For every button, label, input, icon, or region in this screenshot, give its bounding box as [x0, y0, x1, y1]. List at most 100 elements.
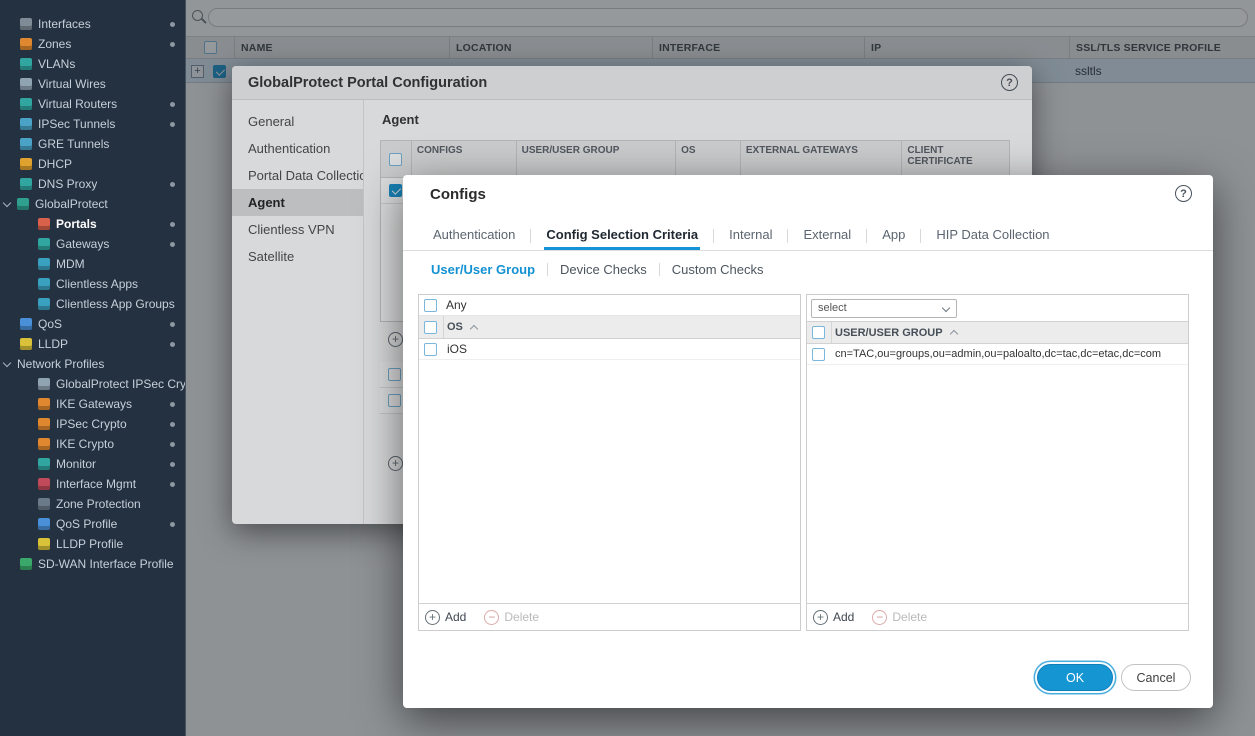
sidebar-item-qos[interactable]: QoS — [0, 314, 185, 334]
status-dot — [170, 242, 175, 247]
any-row[interactable]: Any — [419, 295, 800, 316]
sidebar-item-network-profiles[interactable]: Network Profiles — [0, 354, 185, 374]
tab-separator — [920, 229, 921, 243]
sidebar-item-label: Clientless Apps — [56, 277, 138, 291]
sidebar-item-gateways[interactable]: Gateways — [0, 234, 185, 254]
subtab-custom-checks[interactable]: Custom Checks — [672, 262, 764, 277]
sidebar-item-label: IKE Crypto — [56, 437, 114, 451]
sidebar-item-virtual-wires[interactable]: Virtual Wires — [0, 74, 185, 94]
ike-gateways-icon — [38, 398, 50, 410]
status-dot — [170, 322, 175, 327]
os-row-checkbox[interactable] — [424, 343, 437, 356]
status-dot — [170, 122, 175, 127]
sidebar-item-lldp-profile[interactable]: LLDP Profile — [0, 534, 185, 554]
tab-external[interactable]: External — [801, 221, 853, 250]
sidebar-item-zones[interactable]: Zones — [0, 34, 185, 54]
sidebar-item-virtual-routers[interactable]: Virtual Routers — [0, 94, 185, 114]
delete-icon — [872, 610, 887, 625]
user-group-panel-footer: Add Delete — [807, 603, 1188, 630]
subtab-device-checks[interactable]: Device Checks — [560, 262, 647, 277]
sidebar-item-sd-wan-interface-profile[interactable]: SD-WAN Interface Profile — [0, 554, 185, 574]
help-icon[interactable]: ? — [1175, 185, 1192, 202]
sidebar-item-clientless-app-groups[interactable]: Clientless App Groups — [0, 294, 185, 314]
user-group-filter-row: select — [807, 295, 1188, 321]
sidebar-item-label: GRE Tunnels — [38, 137, 109, 151]
add-label: Add — [445, 610, 466, 624]
chevron-down-icon[interactable] — [3, 198, 11, 206]
sidebar-item-mdm[interactable]: MDM — [0, 254, 185, 274]
os-panel: Any OS iOS Add Delete — [418, 294, 801, 631]
user-group-panel: select USER/USER GROUP cn=TAC,ou=groups,… — [806, 294, 1189, 631]
sidebar-item-ike-crypto[interactable]: IKE Crypto — [0, 434, 185, 454]
configs-subtabs: User/User Group Device Checks Custom Che… — [431, 259, 764, 279]
ok-button[interactable]: OK — [1037, 664, 1113, 691]
sidebar-item-label: Zone Protection — [56, 497, 141, 511]
lldp-profile-icon — [38, 538, 50, 550]
sidebar-item-label: IPSec Crypto — [56, 417, 127, 431]
sidebar-item-ipsec-tunnels[interactable]: IPSec Tunnels — [0, 114, 185, 134]
sidebar-item-dhcp[interactable]: DHCP — [0, 154, 185, 174]
column-divider — [443, 316, 444, 338]
sort-ascending-icon[interactable] — [470, 324, 478, 332]
sidebar-item-vlans[interactable]: VLANs — [0, 54, 185, 74]
tab-hip-data-collection[interactable]: HIP Data Collection — [934, 221, 1051, 250]
clientless-app-groups-icon — [38, 298, 50, 310]
any-checkbox[interactable] — [424, 299, 437, 312]
sidebar-item-dns-proxy[interactable]: DNS Proxy — [0, 174, 185, 194]
zone-protection-icon — [38, 498, 50, 510]
subtab-user-user-group[interactable]: User/User Group — [431, 262, 535, 277]
tab-config-selection-criteria[interactable]: Config Selection Criteria — [544, 221, 700, 250]
chevron-down-icon[interactable] — [3, 358, 11, 366]
user-group-table-header: USER/USER GROUP — [807, 321, 1188, 344]
sidebar-item-monitor[interactable]: Monitor — [0, 454, 185, 474]
sidebar-item-qos-profile[interactable]: QoS Profile — [0, 514, 185, 534]
sidebar-item-label: Virtual Wires — [38, 77, 106, 91]
sidebar-item-label: DHCP — [38, 157, 72, 171]
sidebar-item-lldp[interactable]: LLDP — [0, 334, 185, 354]
sidebar-item-zone-protection[interactable]: Zone Protection — [0, 494, 185, 514]
delete-label: Delete — [892, 610, 927, 624]
tab-app[interactable]: App — [880, 221, 907, 250]
dropdown-value: select — [818, 302, 847, 314]
sidebar-item-portals[interactable]: Portals — [0, 214, 185, 234]
status-dot — [170, 222, 175, 227]
sidebar-item-gre-tunnels[interactable]: GRE Tunnels — [0, 134, 185, 154]
sidebar-item-label: Monitor — [56, 457, 96, 471]
sidebar-item-ike-gateways[interactable]: IKE Gateways — [0, 394, 185, 414]
sort-ascending-icon[interactable] — [949, 330, 957, 338]
sidebar-item-label: IPSec Tunnels — [38, 117, 115, 131]
user-group-select-all-checkbox[interactable] — [812, 326, 825, 339]
user-group-select-dropdown[interactable]: select — [811, 299, 957, 318]
sidebar-item-label: Interfaces — [38, 17, 91, 31]
sidebar-tree: Interfaces ZonesVLANs Virtual Wires Virtual… — [0, 14, 185, 574]
sidebar-item-ipsec-crypto[interactable]: IPSec Crypto — [0, 414, 185, 434]
status-dot — [170, 22, 175, 27]
chevron-down-icon — [942, 303, 950, 311]
sidebar-item-globalprotect[interactable]: GlobalProtect — [0, 194, 185, 214]
os-select-all-checkbox[interactable] — [424, 321, 437, 334]
user-group-add-button[interactable]: Add — [813, 610, 854, 625]
user-group-column-header[interactable]: USER/USER GROUP — [835, 327, 943, 339]
sidebar-item-clientless-apps[interactable]: Clientless Apps — [0, 274, 185, 294]
os-table-header: OS — [419, 316, 800, 339]
cancel-button[interactable]: Cancel — [1121, 664, 1191, 691]
sidebar-item-globalprotect-ipsec-crypto[interactable]: GlobalProtect IPSec Crypto — [0, 374, 185, 394]
dns-proxy-icon — [20, 178, 32, 190]
user-group-delete-button[interactable]: Delete — [872, 610, 927, 625]
monitor-icon — [38, 458, 50, 470]
os-add-button[interactable]: Add — [425, 610, 466, 625]
dialog-title: Configs — [430, 186, 486, 203]
os-column-header[interactable]: OS — [447, 321, 463, 333]
os-row-ios[interactable]: iOS — [419, 339, 800, 360]
sidebar-item-interface-mgmt[interactable]: Interface Mgmt — [0, 474, 185, 494]
zones-icon — [20, 38, 32, 50]
tab-authentication[interactable]: Authentication — [431, 221, 517, 250]
network-sidebar: Interfaces ZonesVLANs Virtual Wires Virtual… — [0, 0, 186, 736]
user-group-row-checkbox[interactable] — [812, 348, 825, 361]
tab-internal[interactable]: Internal — [727, 221, 774, 250]
sidebar-item-label: Clientless App Groups — [56, 297, 175, 311]
ipsec-crypto-icon — [38, 418, 50, 430]
sidebar-item-interfaces[interactable]: Interfaces — [0, 14, 185, 34]
user-group-row[interactable]: cn=TAC,ou=groups,ou=admin,ou=paloalto,dc… — [807, 344, 1188, 365]
os-delete-button[interactable]: Delete — [484, 610, 539, 625]
